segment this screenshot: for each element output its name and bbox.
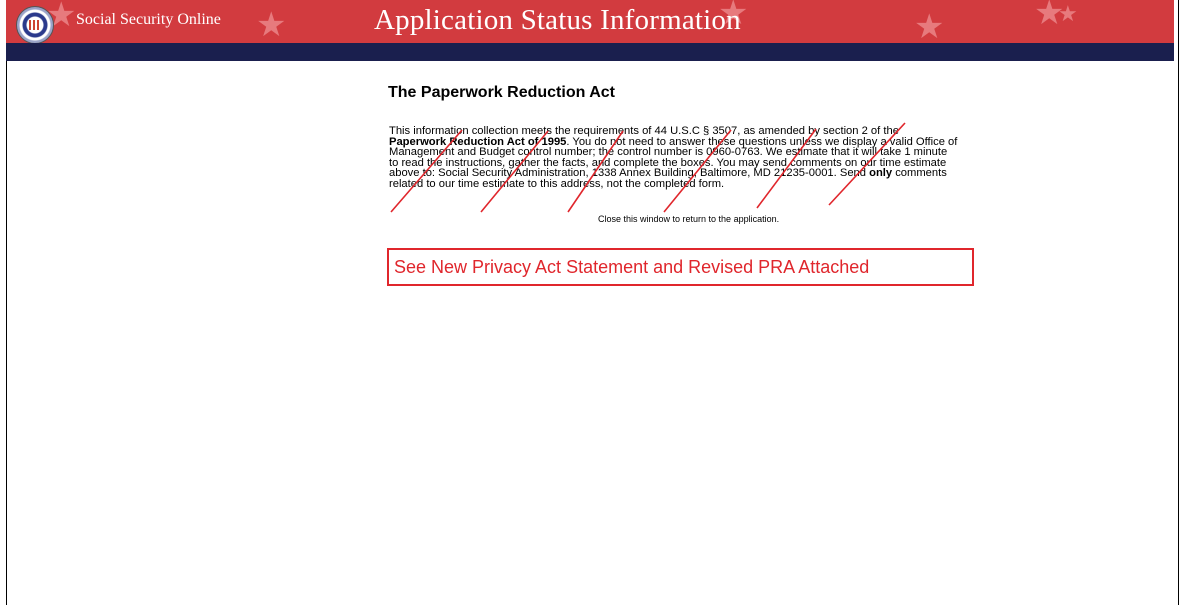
close-instruction: Close this window to return to the appli… (598, 214, 780, 224)
pra-paragraph: This information collection meets the re… (389, 125, 959, 190)
star-decoration: ★ (1058, 2, 1078, 27)
site-url-link[interactable]: www.socialsecurity.gov (78, 89, 190, 100)
site-name[interactable]: Social Security Online (76, 11, 221, 29)
pra-only: only (869, 167, 893, 180)
header-subbar: www.socialsecurity.gov 1-800-772-1213 or… (6, 43, 1174, 100)
pra-title: The Paperwork Reduction Act (388, 84, 615, 101)
page-heading: Application Status Information (374, 4, 741, 36)
privacy-notice-text: See New Privacy Act Statement and Revise… (394, 257, 870, 277)
header-bar: ★ ★ ★ ★ ★ ★ Social Security Online Appli… (6, 0, 1174, 43)
privacy-notice-box: See New Privacy Act Statement and Revise… (387, 248, 974, 286)
seal-flag (29, 20, 39, 30)
star-decoration: ★ (256, 5, 287, 43)
star-decoration: ★ (914, 7, 945, 43)
